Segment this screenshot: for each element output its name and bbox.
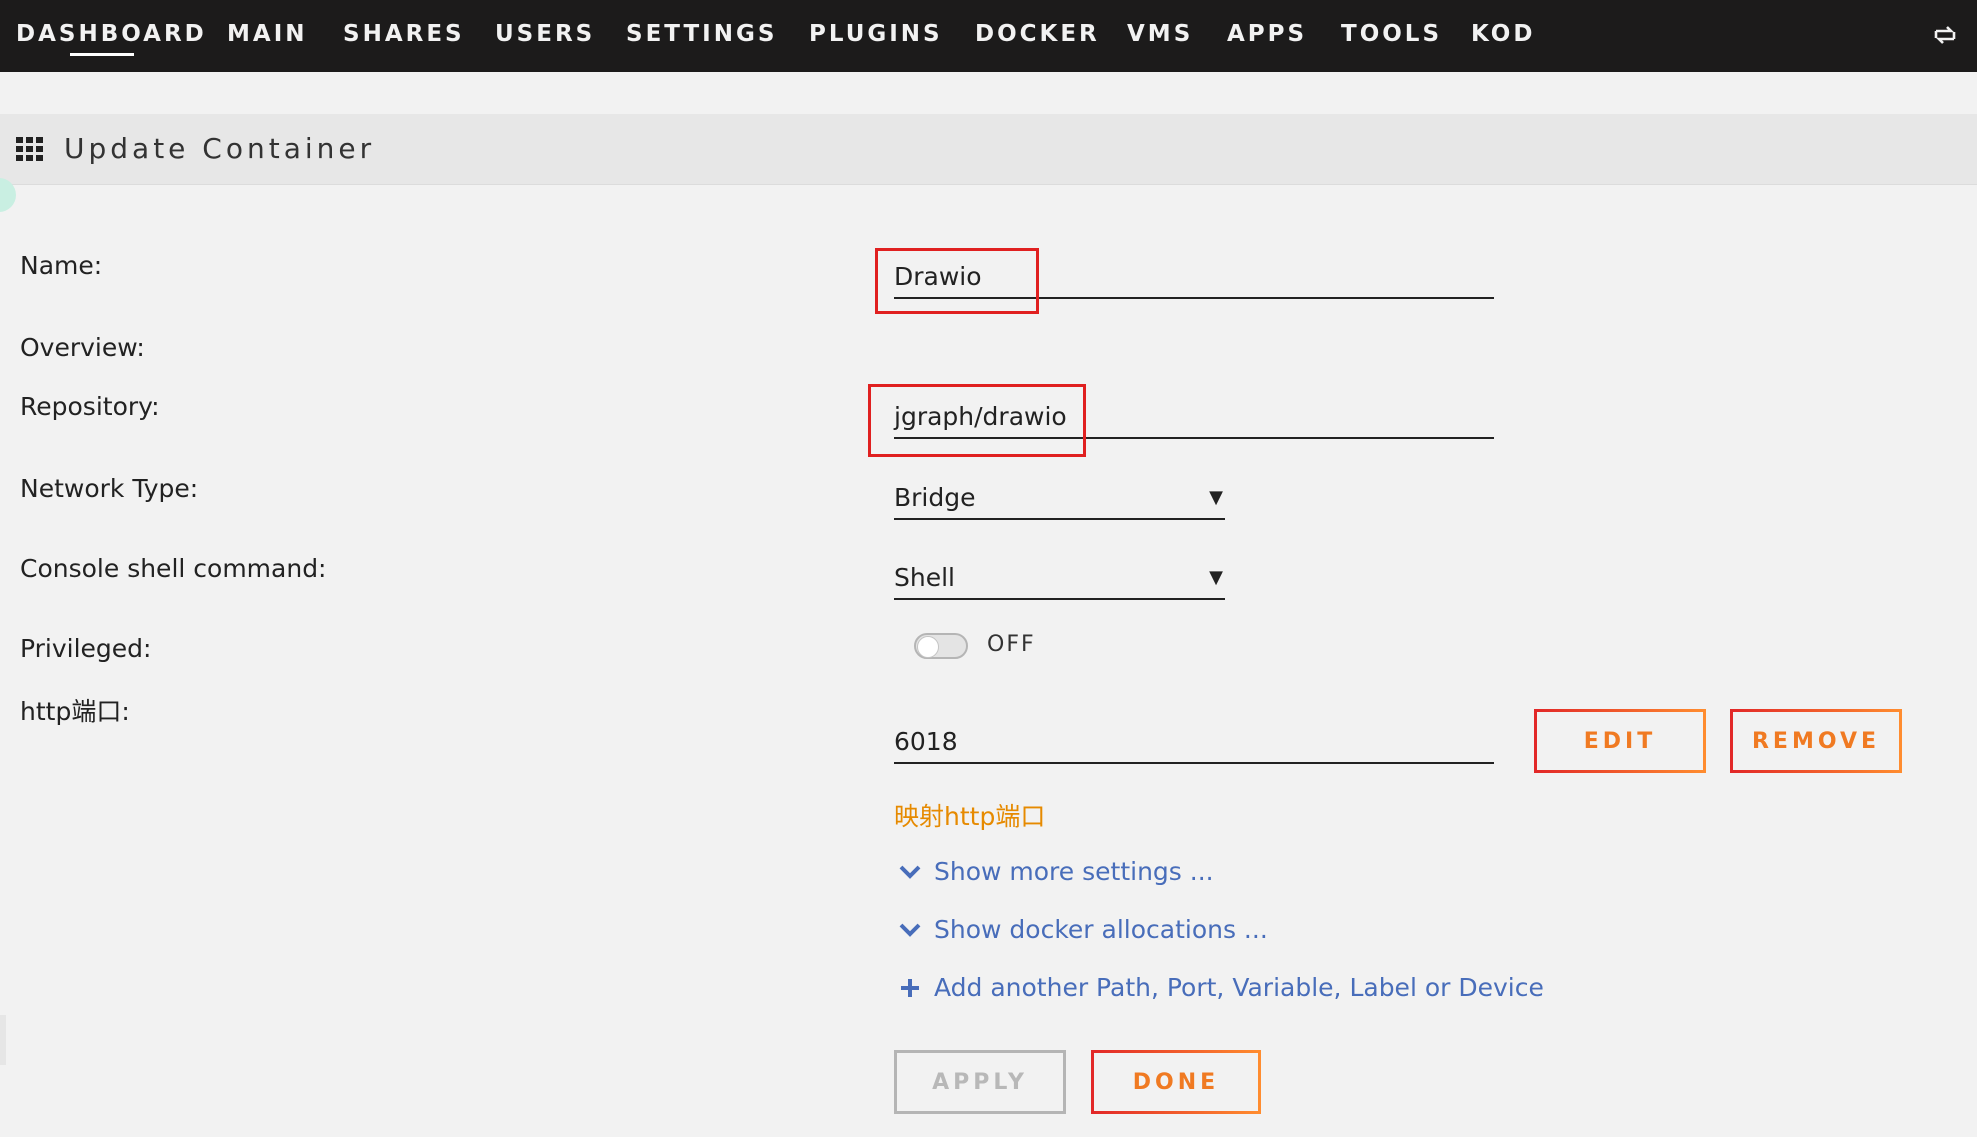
nav-item-apps[interactable]: APPS [1227,19,1307,49]
nav-item-users[interactable]: USERS [495,19,595,49]
add-another-link[interactable]: Add another Path, Port, Variable, Label … [896,973,1544,1002]
chevron-down-icon [896,916,924,944]
nav-item-settings[interactable]: SETTINGS [626,19,777,49]
network-type-select[interactable]: Bridge ▼ [894,478,1225,520]
section-header: Update Container [0,114,1977,185]
console-shell-value: Shell [894,563,955,592]
console-shell-label: Console shell command: [20,554,327,583]
edit-button[interactable]: EDIT [1534,709,1706,773]
nav-item-shares[interactable]: SHARES [343,19,465,49]
privileged-toggle[interactable] [914,633,968,659]
console-shell-select[interactable]: Shell ▼ [894,558,1225,600]
http-port-hint: 映射http端口 [894,802,1046,831]
highlight-box-repository [868,384,1086,457]
page-title: Update Container [64,132,376,165]
overview-label: Overview: [20,333,145,362]
privileged-state: OFF [987,632,1036,657]
show-docker-allocations-label: Show docker allocations ... [934,915,1268,944]
repository-label: Repository: [20,392,160,421]
highlight-box-name [875,248,1039,314]
plus-icon [896,974,924,1002]
chevron-down-icon [896,858,924,886]
http-port-label: http端口: [20,697,130,726]
name-label: Name: [20,251,103,280]
network-type-label: Network Type: [20,474,199,503]
nav-item-vms[interactable]: VMS [1127,19,1193,49]
switch-icon[interactable] [1931,21,1959,49]
top-nav-bar: DASHBOARD MAIN SHARES USERS SETTINGS PLU… [0,0,1977,72]
toggle-knob [917,636,939,658]
http-port-field[interactable]: 6018 [894,722,1494,764]
grid-icon [16,137,43,161]
show-docker-allocations-link[interactable]: Show docker allocations ... [896,915,1268,944]
chevron-down-icon: ▼ [1209,487,1223,508]
show-more-settings-link[interactable]: Show more settings ... [896,857,1214,886]
nav-item-tools[interactable]: TOOLS [1341,19,1442,49]
nav-item-dashboard[interactable]: DASHBOARD [16,19,207,49]
side-tab[interactable] [0,1015,6,1065]
nav-item-docker[interactable]: DOCKER [975,19,1100,49]
remove-button[interactable]: REMOVE [1730,709,1902,773]
apply-button[interactable]: APPLY [894,1050,1066,1114]
http-port-value: 6018 [894,727,958,756]
done-button[interactable]: DONE [1091,1050,1261,1114]
add-another-label: Add another Path, Port, Variable, Label … [934,973,1544,1002]
chevron-down-icon: ▼ [1209,567,1223,588]
privileged-label: Privileged: [20,634,152,663]
active-nav-underline [70,53,134,56]
network-type-value: Bridge [894,483,976,512]
nav-item-main[interactable]: MAIN [227,19,308,49]
show-more-settings-label: Show more settings ... [934,857,1214,886]
nav-item-plugins[interactable]: PLUGINS [809,19,943,49]
nav-item-kod[interactable]: KOD [1471,19,1535,49]
